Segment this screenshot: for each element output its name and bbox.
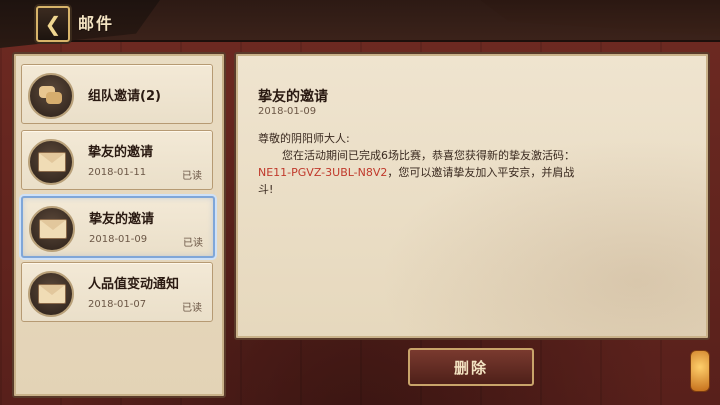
mail-detail-title: 挚友的邀请	[258, 89, 328, 105]
mail-list-panel: 组队邀请(2) 挚友的邀请 2018-01-11 已读 挚友的邀请 2018-0…	[12, 52, 226, 398]
mail-item-date: 2018-01-09	[89, 234, 148, 245]
mail-greeting: 尊敬的阴阳师大人:	[258, 132, 350, 145]
envelope-icon	[29, 206, 75, 252]
mail-detail-date: 2018-01-09	[258, 106, 317, 117]
delete-button[interactable]: 删除	[408, 348, 534, 386]
activation-code: NE11-PGVZ-3UBL-N8V2	[258, 166, 388, 179]
lantern-icon	[690, 350, 710, 392]
chat-bubble-icon	[46, 92, 62, 104]
mail-line-2: ，您可以邀请挚友加入平安京，并肩战	[387, 166, 575, 179]
envelope-icon	[28, 271, 74, 317]
mail-item-title: 挚友的邀请	[88, 145, 154, 160]
envelope-icon	[28, 139, 74, 185]
back-arrow-icon: ❮	[44, 12, 62, 36]
mail-item-title: 人品值变动通知	[88, 277, 180, 292]
mail-line-3: 斗!	[258, 183, 274, 196]
mail-detail-panel: 挚友的邀请 2018-01-09 尊敬的阴阳师大人: 您在活动期间已完成6场比赛…	[234, 52, 710, 340]
mail-item-date: 2018-01-11	[88, 167, 147, 178]
mail-item-status: 已读	[183, 238, 203, 249]
mail-item-status: 已读	[182, 303, 202, 314]
mail-detail-body: 尊敬的阴阳师大人: 您在活动期间已完成6场比赛，恭喜您获得新的挚友激活码： NE…	[258, 130, 688, 198]
mail-item-date: 2018-01-07	[88, 299, 147, 310]
mail-item-friend-invite-2[interactable]: 挚友的邀请 2018-01-09 已读	[21, 196, 215, 258]
mail-line-2-wrapper: NE11-PGVZ-3UBL-N8V2，您可以邀请挚友加入平安京，并肩战	[258, 164, 688, 181]
page-title: 邮件	[78, 14, 115, 33]
mail-item-status: 已读	[182, 171, 202, 182]
mail-item-karma-notice[interactable]: 人品值变动通知 2018-01-07 已读	[21, 262, 213, 322]
mail-item-team-invite[interactable]: 组队邀请(2)	[21, 64, 213, 124]
mail-item-friend-invite-1[interactable]: 挚友的邀请 2018-01-11 已读	[21, 130, 213, 190]
mail-item-title: 挚友的邀请	[89, 212, 155, 227]
mail-line-1: 您在活动期间已完成6场比赛，恭喜您获得新的挚友激活码：	[282, 149, 575, 162]
mail-item-title: 组队邀请(2)	[88, 89, 161, 104]
team-chat-icon	[28, 73, 74, 119]
back-button[interactable]: ❮	[36, 6, 70, 42]
